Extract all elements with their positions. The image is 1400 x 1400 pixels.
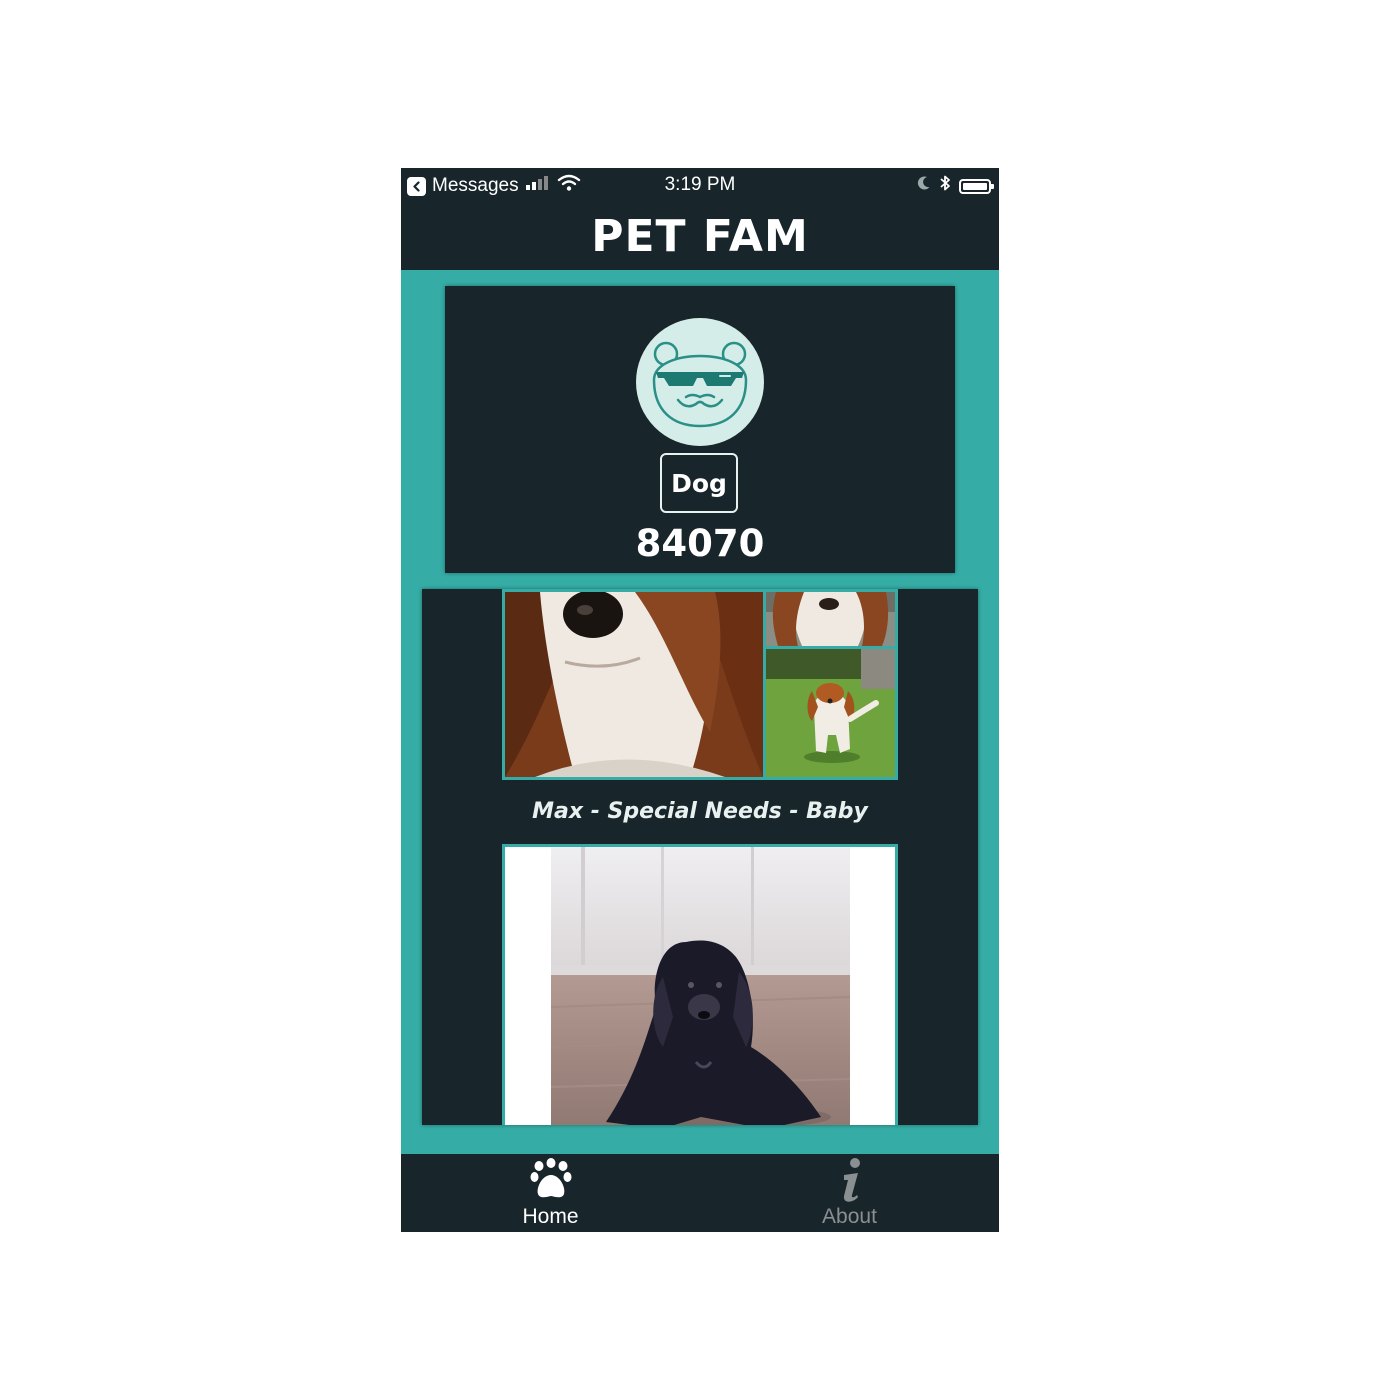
tab-bar: Home About bbox=[401, 1154, 999, 1232]
status-bar: Messages 3:19 PM bbox=[401, 168, 999, 202]
zip-code: 84070 bbox=[635, 522, 765, 565]
profile-card: Dog 84070 bbox=[445, 286, 955, 573]
post-caption: Max - Special Needs - Baby bbox=[532, 799, 868, 824]
photo-closeup bbox=[505, 592, 763, 777]
photo-top-right bbox=[766, 592, 895, 646]
pet-feed[interactable]: Max - Special Needs - Baby bbox=[422, 589, 978, 1125]
pet-photo-collage[interactable] bbox=[502, 589, 898, 780]
photo-black-dog bbox=[551, 847, 850, 1125]
info-icon bbox=[829, 1158, 871, 1204]
phone-screen: Messages 3:19 PM PET FAM Dog 84070 Max -… bbox=[401, 168, 999, 1232]
battery-icon bbox=[959, 178, 994, 194]
tab-about[interactable]: About bbox=[700, 1154, 999, 1232]
status-time: 3:19 PM bbox=[664, 174, 736, 195]
photo-bottom-right bbox=[766, 649, 895, 777]
moon-icon bbox=[917, 175, 931, 197]
paw-icon bbox=[530, 1158, 572, 1204]
bear-sunglasses-icon[interactable] bbox=[636, 318, 764, 446]
pet-type-button[interactable]: Dog bbox=[660, 453, 738, 513]
tab-home-label: Home bbox=[522, 1205, 579, 1228]
app-title: PET FAM bbox=[591, 210, 809, 262]
bluetooth-icon bbox=[939, 174, 951, 198]
tab-about-label: About bbox=[822, 1205, 877, 1228]
app-header: PET FAM bbox=[401, 202, 999, 270]
tab-home[interactable]: Home bbox=[401, 1154, 700, 1232]
pet-photo[interactable] bbox=[502, 844, 898, 1125]
